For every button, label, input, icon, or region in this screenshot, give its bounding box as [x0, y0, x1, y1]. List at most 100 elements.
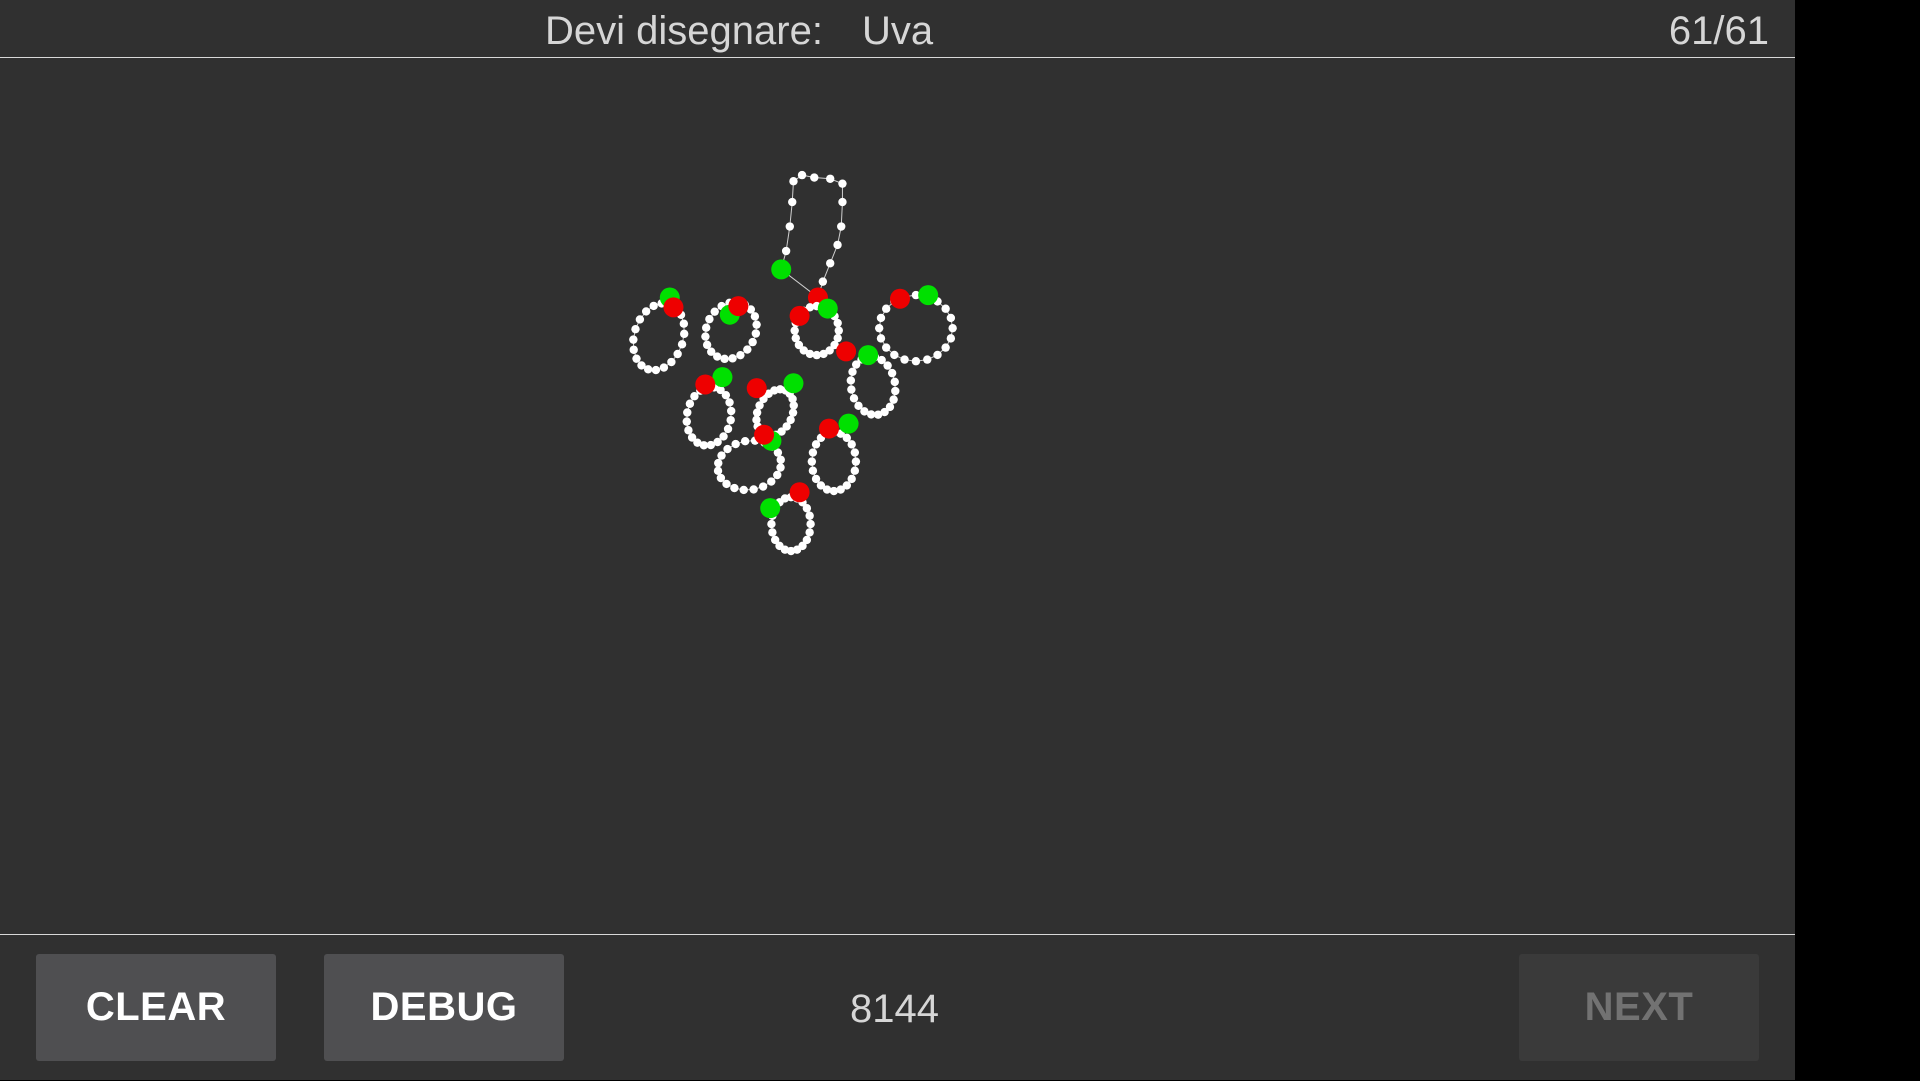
- stroke-point: [890, 377, 899, 387]
- stroke-point: [838, 179, 847, 188]
- stroke-point: [629, 345, 638, 354]
- stroke-point: [838, 197, 847, 207]
- stroke-point: [923, 355, 932, 364]
- stroke-point: [833, 318, 842, 328]
- stroke-point: [740, 436, 750, 446]
- stroke-point: [725, 398, 734, 407]
- stroke-point: [728, 354, 737, 363]
- stroke-point: [881, 304, 891, 313]
- stroke-point: [854, 401, 863, 411]
- stroke-point: [788, 197, 797, 207]
- stroke-point: [736, 350, 745, 360]
- stroke-point: [776, 463, 785, 472]
- stroke-point: [805, 511, 814, 520]
- stroke-point: [641, 307, 651, 316]
- stroke-point: [946, 313, 956, 323]
- stroke-point: [758, 482, 768, 491]
- stroke-point: [751, 329, 761, 338]
- stroke-point: [710, 307, 719, 316]
- stroke-point: [687, 433, 697, 442]
- stroke-point: [752, 320, 761, 329]
- stroke-point: [739, 485, 748, 495]
- stroke-end-marker: [663, 297, 684, 318]
- stroke-point: [789, 177, 798, 186]
- stroke-start-marker: [838, 413, 859, 434]
- stroke-point: [767, 477, 776, 486]
- stroke-point: [941, 304, 950, 313]
- stroke-point: [714, 458, 723, 468]
- stroke-point: [680, 329, 689, 339]
- stroke-point: [770, 535, 780, 545]
- stroke-point: [837, 222, 846, 231]
- stroke-point: [659, 363, 669, 372]
- stroke-point: [649, 301, 658, 311]
- stroke-point: [807, 457, 817, 466]
- stroke-end-marker: [789, 482, 810, 503]
- prompt-word: Uva: [862, 9, 934, 53]
- stroke-point: [651, 365, 661, 375]
- stroke-point: [702, 340, 712, 350]
- stroke-point: [731, 439, 740, 449]
- stroke-point: [900, 355, 909, 364]
- stroke-point: [834, 326, 843, 335]
- stroke-point: [730, 483, 739, 493]
- stroke-point: [810, 173, 819, 182]
- clear-button[interactable]: CLEAR: [36, 954, 276, 1061]
- stroke-point: [767, 519, 776, 529]
- debug-button[interactable]: DEBUG: [324, 954, 564, 1061]
- stroke-point: [752, 408, 762, 417]
- stroke-point: [797, 170, 807, 180]
- stroke-end-marker: [754, 424, 775, 445]
- stroke-point: [876, 313, 886, 323]
- stroke-point: [850, 448, 860, 457]
- stroke-point: [743, 345, 752, 354]
- prompt-label: Devi disegnare:: [545, 9, 823, 53]
- stroke-point: [941, 343, 950, 352]
- stroke-point: [802, 504, 812, 513]
- stroke-point: [667, 357, 676, 367]
- stroke-point: [768, 528, 777, 537]
- stroke-point: [874, 323, 884, 333]
- next-button[interactable]: NEXT: [1519, 954, 1759, 1061]
- stroke-end-marker: [818, 418, 839, 439]
- stroke-point: [849, 394, 859, 403]
- stroke-end-marker: [746, 378, 767, 399]
- stroke-point: [788, 408, 798, 417]
- stroke-point: [848, 367, 857, 376]
- stroke-point: [721, 390, 731, 400]
- stroke-point: [631, 324, 640, 334]
- stroke-end-marker: [789, 305, 810, 326]
- stroke-start-marker: [918, 285, 939, 306]
- top-bar: Devi disegnare: Uva 61/61: [0, 0, 1795, 58]
- stroke-point: [637, 361, 646, 370]
- stroke-start-marker: [760, 498, 781, 519]
- stroke-point: [720, 354, 729, 364]
- stroke-point: [811, 474, 821, 484]
- stroke-start-marker: [712, 367, 733, 388]
- stroke-point: [781, 246, 791, 256]
- stroke-point: [677, 340, 687, 349]
- stroke-point: [717, 451, 726, 460]
- stroke-point: [682, 417, 691, 426]
- stroke-point: [805, 528, 814, 537]
- stroke-point: [808, 448, 818, 457]
- sketch-layer: [629, 170, 957, 556]
- stroke-point: [723, 444, 732, 454]
- stroke-point: [887, 368, 897, 378]
- stroke-point: [847, 440, 856, 449]
- stroke-point: [701, 323, 711, 332]
- stroke-point: [748, 337, 757, 347]
- stroke-start-marker: [783, 373, 804, 394]
- stroke-point: [705, 314, 714, 324]
- stroke-point: [679, 319, 689, 328]
- drawing-app: Devi disegnare: Uva 61/61 CLEAR DEBUG 81…: [0, 0, 1795, 1080]
- stroke-point: [790, 326, 799, 335]
- stroke-point: [850, 466, 860, 475]
- drawing-canvas[interactable]: [0, 58, 1795, 934]
- stroke-point: [883, 361, 892, 370]
- stroke-point: [933, 350, 942, 360]
- stroke-point: [846, 376, 856, 385]
- stroke-path: [780, 174, 843, 299]
- stroke-point: [890, 350, 899, 360]
- stroke-point: [632, 354, 641, 363]
